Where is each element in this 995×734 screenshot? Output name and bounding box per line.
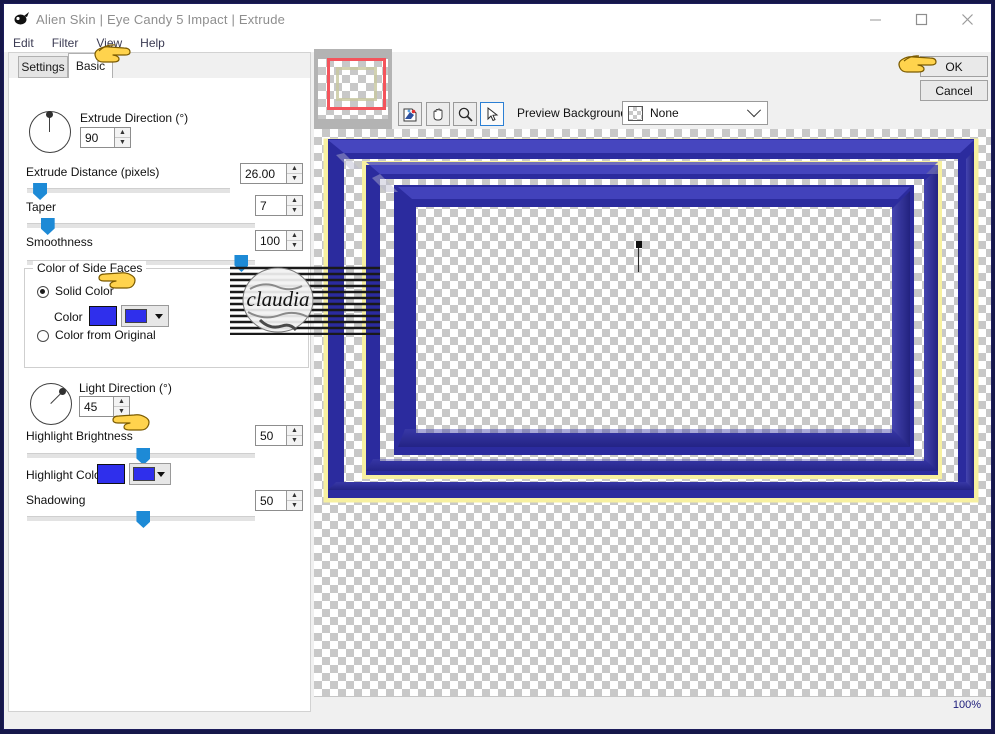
highlight-brightness-stepper[interactable]: ▲ ▼ (286, 426, 302, 445)
chevron-down-icon (155, 313, 163, 319)
radio-solid-color[interactable] (37, 286, 49, 298)
extruded-frame-artwork (323, 138, 979, 503)
menu-item-help[interactable]: Help (131, 34, 174, 52)
navigator-thumbnail[interactable] (314, 49, 392, 129)
preview-background-select[interactable]: None (622, 101, 768, 125)
tab-strip: Settings Basic (9, 53, 310, 79)
alienskin-logo-icon (10, 8, 32, 30)
taper-value: 7 (260, 198, 267, 213)
highlight-brightness-value: 50 (260, 428, 274, 443)
smoothness-input[interactable]: 100 ▲ ▼ (255, 230, 303, 251)
highlight-brightness-input[interactable]: 50 ▲ ▼ (255, 425, 303, 446)
extrude-direction-input[interactable]: 90 ▲ ▼ (80, 127, 131, 148)
status-bar: 100% (314, 696, 991, 712)
eyedropper-tool-button[interactable] (398, 102, 422, 126)
title-bar: Alien Skin | Eye Candy 5 Impact | Extrud… (4, 4, 991, 34)
extrude-direction-value: 90 (85, 130, 99, 145)
radio-color-from-original[interactable] (37, 330, 49, 342)
zoom-level: 100% (952, 698, 981, 711)
settings-panel-body: Extrude Direction (°) 90 ▲ ▼ Extrude Dist… (9, 78, 310, 711)
preview-area: Preview Background: None 100% (314, 49, 991, 712)
color-label: Color (54, 310, 83, 324)
chevron-down-icon (157, 471, 165, 477)
shadowing-label: Shadowing (26, 493, 86, 507)
preview-canvas[interactable] (314, 129, 991, 698)
chevron-down-icon (746, 103, 762, 118)
light-direction-dial[interactable] (30, 383, 72, 425)
preview-background-swatch (628, 105, 643, 121)
minimize-button[interactable] (852, 4, 898, 34)
smoothness-label: Smoothness (26, 235, 93, 249)
extrude-distance-stepper[interactable]: ▲ ▼ (286, 164, 302, 183)
tab-basic[interactable]: Basic (68, 53, 113, 79)
extrude-direction-stepper[interactable]: ▲ ▼ (114, 128, 130, 147)
taper-input[interactable]: 7 ▲ ▼ (255, 195, 303, 216)
hand-tool-button[interactable] (426, 102, 450, 126)
highlight-brightness-label: Highlight Brightness (26, 429, 133, 443)
cancel-button[interactable]: Cancel (920, 80, 988, 101)
color-of-side-faces-label: Color of Side Faces (33, 261, 147, 275)
shadowing-stepper[interactable]: ▲ ▼ (286, 491, 302, 510)
smoothness-stepper[interactable]: ▲ ▼ (286, 231, 302, 250)
side-face-color-preview (125, 309, 147, 323)
menu-item-view[interactable]: View (87, 34, 131, 52)
tab-strip-filler (113, 56, 310, 79)
zoom-tool-button[interactable] (453, 102, 477, 126)
extrude-distance-slider-thumb[interactable] (33, 183, 48, 200)
menu-item-edit[interactable]: Edit (4, 34, 43, 52)
menu-item-filter[interactable]: Filter (43, 34, 88, 52)
preview-background-label: Preview Background: (517, 106, 631, 120)
highlight-color-label: Highlight Color (26, 468, 105, 482)
extrude-direction-dial[interactable] (29, 111, 71, 153)
extrude-distance-input[interactable]: 26.00 ▲ ▼ (240, 163, 303, 184)
side-face-color-swatch[interactable] (89, 306, 117, 326)
solid-color-label: Solid Color (55, 284, 114, 298)
navigator-frame-preview (336, 67, 377, 101)
application-window: Alien Skin | Eye Candy 5 Impact | Extrud… (3, 3, 992, 730)
tab-settings[interactable]: Settings (18, 56, 68, 78)
extrude-direction-label: Extrude Direction (°) (80, 111, 189, 125)
highlight-color-preview (133, 467, 155, 481)
extrude-distance-value: 26.00 (245, 166, 276, 181)
extrude-distance-label: Extrude Distance (pixels) (26, 165, 160, 179)
light-direction-label: Light Direction (°) (79, 381, 172, 395)
settings-panel: Settings Basic Extrude Direction (°) 90 … (8, 52, 311, 712)
smoothness-value: 100 (260, 233, 281, 248)
color-from-original-label: Color from Original (55, 328, 156, 342)
taper-label: Taper (26, 200, 57, 214)
ok-button[interactable]: OK (920, 56, 988, 77)
text-cursor-artifact (634, 241, 643, 276)
shadowing-input[interactable]: 50 ▲ ▼ (255, 490, 303, 511)
taper-slider[interactable] (27, 218, 255, 235)
light-direction-value: 45 (84, 399, 98, 414)
highlight-brightness-slider[interactable] (27, 448, 255, 465)
shadowing-value: 50 (260, 493, 274, 508)
shadowing-slider-thumb[interactable] (136, 511, 151, 528)
color-of-side-faces-group: Color of Side Faces Solid Color Color Co… (24, 261, 309, 368)
light-direction-input[interactable]: 45 ▲ ▼ (79, 396, 130, 417)
maximize-button[interactable] (898, 4, 944, 34)
highlight-color-dropdown[interactable] (129, 463, 171, 485)
window-title: Alien Skin | Eye Candy 5 Impact | Extrud… (36, 11, 286, 27)
preview-background-value: None (650, 106, 679, 120)
light-direction-stepper[interactable]: ▲ ▼ (113, 397, 129, 416)
taper-slider-thumb[interactable] (40, 218, 55, 235)
shadowing-slider[interactable] (27, 511, 255, 528)
arrow-tool-button[interactable] (480, 102, 504, 126)
close-button[interactable] (944, 4, 990, 34)
highlight-color-swatch[interactable] (97, 464, 125, 484)
taper-stepper[interactable]: ▲ ▼ (286, 196, 302, 215)
side-face-color-dropdown[interactable] (121, 305, 169, 327)
extrude-distance-slider[interactable] (27, 183, 230, 200)
